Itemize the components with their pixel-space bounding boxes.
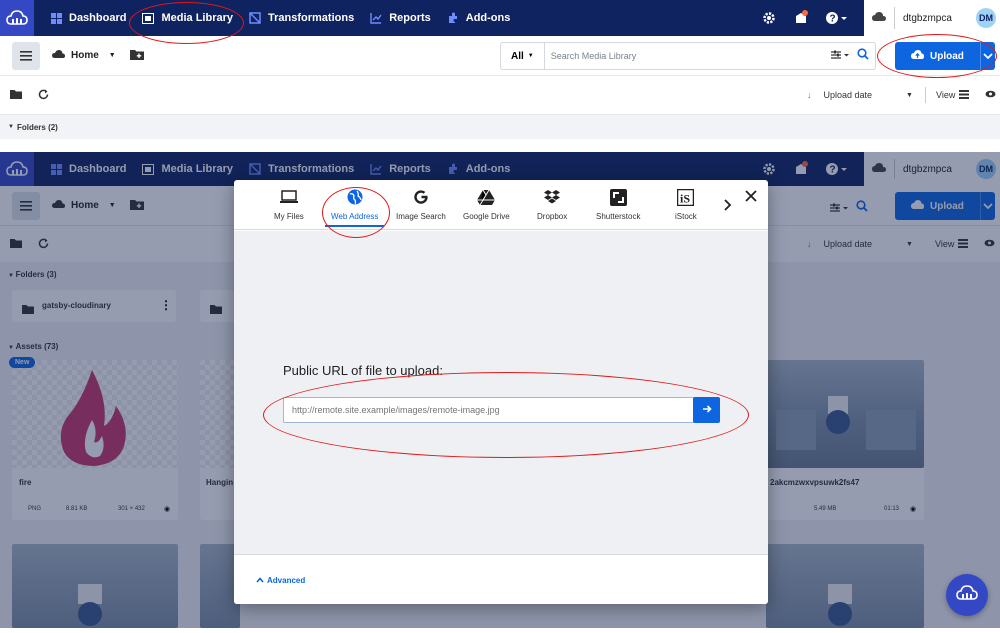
nav-reports-label: Reports [389, 12, 431, 24]
nav-addons[interactable]: Add-ons [447, 12, 511, 24]
breadcrumb-home: Home [71, 50, 99, 61]
divider [894, 7, 895, 29]
top-subbar: ↓ Upload date ▼ View [0, 77, 1000, 113]
tab-shutterstock-label: Shutterstock [596, 212, 641, 221]
advanced-toggle[interactable]: Advanced [256, 576, 305, 585]
filter-sliders-icon[interactable] [831, 47, 851, 65]
caret-down-icon[interactable]: ▼ [906, 92, 913, 99]
account-switcher[interactable]: dtgbzmpca DM [864, 0, 1000, 36]
tab-dropbox-label: Dropbox [537, 212, 568, 221]
menu-icon[interactable] [12, 41, 40, 70]
tab-dropbox[interactable]: Dropbox [537, 188, 567, 221]
google-g-icon [412, 188, 430, 206]
annotation-circle-url-input [263, 372, 749, 458]
cloudinary-logo-icon[interactable] [0, 0, 34, 36]
avatar[interactable]: DM [976, 8, 996, 28]
istock-icon: iS [677, 188, 695, 206]
search-icon[interactable] [857, 47, 869, 65]
tab-istock[interactable]: iS iStock [675, 188, 697, 221]
tab-my-files-label: My Files [274, 212, 304, 221]
annotation-circle-web-address [322, 187, 390, 238]
source-tabs: My Files Web Address Image Search Google… [234, 180, 768, 230]
dropbox-icon [543, 188, 561, 206]
laptop-icon [279, 188, 298, 206]
tab-image-search[interactable]: Image Search [396, 188, 446, 221]
dialog-footer: Advanced [234, 554, 768, 604]
vertical-divider [924, 87, 926, 103]
nav-dashboard[interactable]: Dashboard [50, 12, 126, 24]
nav-transformations[interactable]: Transformations [249, 12, 354, 24]
tab-google-drive[interactable]: Google Drive [463, 188, 510, 221]
nav-reports[interactable]: Reports [370, 12, 431, 24]
chevron-right-icon[interactable] [724, 198, 732, 216]
search-scope-label: All [511, 50, 524, 62]
help-icon[interactable]: ? [824, 9, 850, 27]
tab-shutterstock[interactable]: Shutterstock [596, 188, 640, 221]
folders-section-header[interactable]: ▼ Folders (2) [0, 114, 1000, 139]
tab-my-files[interactable]: My Files [274, 188, 304, 221]
list-view-icon[interactable] [959, 89, 970, 101]
sort-label[interactable]: Upload date [824, 90, 873, 100]
folder-icon[interactable] [10, 89, 22, 101]
gear-icon[interactable] [760, 9, 778, 27]
account-name: dtgbzmpca [903, 12, 952, 24]
reports-icon [370, 12, 382, 24]
addons-icon [447, 12, 459, 24]
cloudinary-logo-icon [956, 584, 978, 606]
folders-label: Folders (2) [16, 122, 58, 132]
screenshot-divider [0, 139, 1000, 152]
advanced-label: Advanced [267, 576, 306, 585]
google-drive-icon [477, 188, 496, 206]
tab-google-drive-label: Google Drive [463, 212, 510, 221]
caret-down-icon: ▼ [527, 53, 534, 59]
breadcrumb[interactable]: Home ▼ [52, 49, 116, 62]
caret-down-icon: ▼ [108, 52, 116, 59]
svg-text:?: ? [830, 14, 836, 25]
annotation-circle-media-library [129, 2, 244, 44]
search-scope-select[interactable]: All ▼ [501, 43, 545, 69]
nav-transformations-label: Transformations [268, 12, 355, 24]
notifications-icon[interactable] [792, 9, 810, 27]
search-input[interactable]: Search Media Library [545, 51, 831, 61]
eye-icon[interactable] [985, 90, 996, 100]
cloudinary-help-button[interactable] [946, 574, 988, 616]
new-folder-icon[interactable] [129, 47, 144, 65]
sort-direction-icon[interactable]: ↓ [807, 90, 812, 100]
tab-istock-label: iStock [675, 212, 697, 221]
cloud-icon [52, 49, 65, 62]
refresh-icon[interactable] [38, 89, 49, 102]
dashboard-icon [50, 12, 62, 24]
chevron-up-icon [256, 576, 264, 585]
transformations-icon [249, 12, 261, 24]
caret-down-icon: ▼ [8, 124, 14, 130]
tab-image-search-label: Image Search [396, 212, 446, 221]
search-bar[interactable]: All ▼ Search Media Library [500, 42, 876, 70]
annotation-circle-upload [877, 34, 997, 78]
nav-dashboard-label: Dashboard [69, 12, 127, 24]
nav-addons-label: Add-ons [465, 12, 511, 24]
svg-text:iS: iS [680, 191, 690, 205]
view-label[interactable]: View [936, 90, 955, 100]
close-icon[interactable] [744, 189, 758, 203]
shutterstock-icon [609, 188, 627, 206]
cloud-icon [872, 11, 886, 25]
